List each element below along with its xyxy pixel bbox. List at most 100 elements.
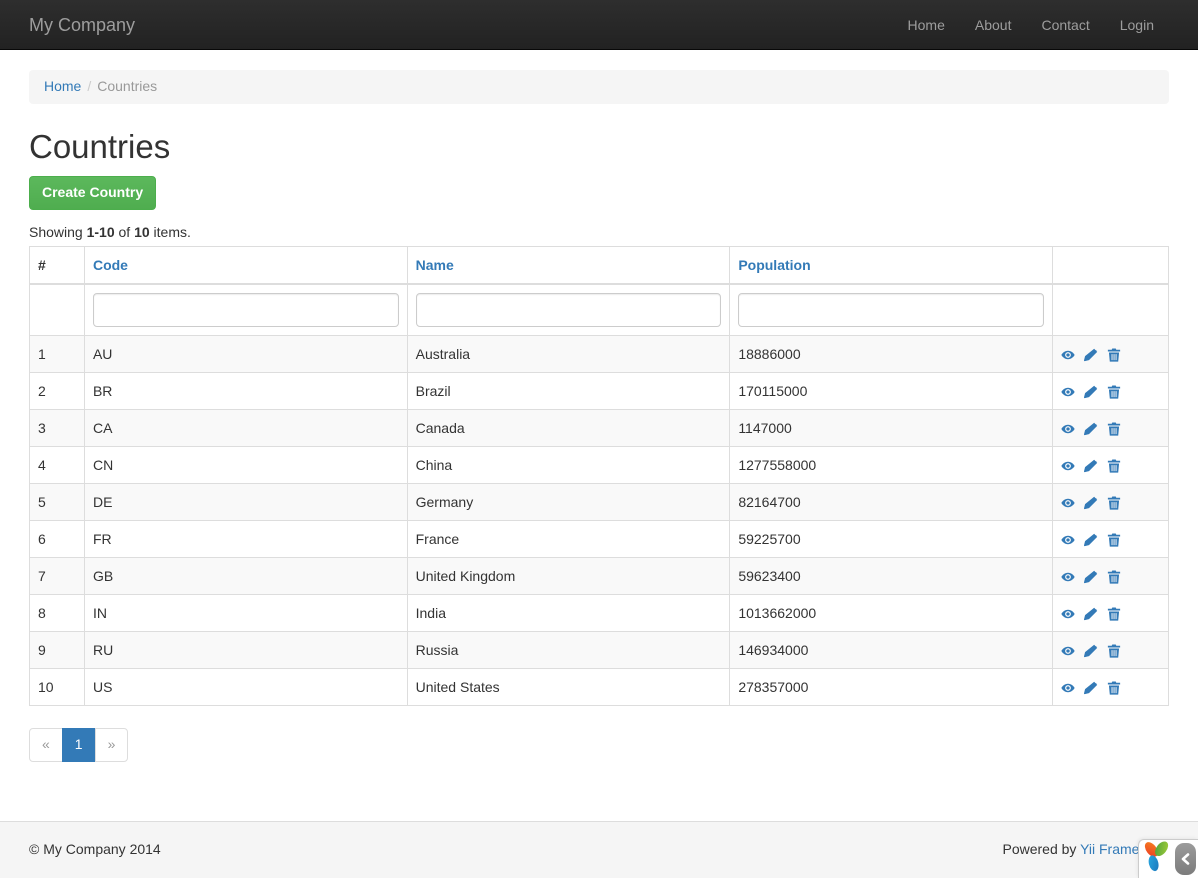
cell-name: France	[407, 520, 730, 557]
cell-actions	[1053, 631, 1169, 668]
nav-item-home[interactable]: Home	[893, 0, 960, 50]
pencil-icon[interactable]	[1084, 533, 1098, 547]
view-icon[interactable]	[1061, 459, 1075, 473]
view-icon[interactable]	[1061, 570, 1075, 584]
main-content: Home/Countries Countries Create Country …	[14, 70, 1184, 784]
nav-item-login[interactable]: Login	[1105, 0, 1169, 50]
view-icon[interactable]	[1061, 385, 1075, 399]
cell-population: 1277558000	[730, 446, 1053, 483]
cell-name: United Kingdom	[407, 557, 730, 594]
view-icon[interactable]	[1061, 607, 1075, 621]
table-row: 9 RU Russia 146934000	[30, 631, 1169, 668]
brand-link[interactable]: My Company	[29, 0, 150, 50]
copyright-text: © My Company 2014	[29, 840, 161, 860]
cell-serial: 5	[30, 483, 85, 520]
pagination-prev[interactable]: «	[29, 728, 63, 762]
table-row: 6 FR France 59225700	[30, 520, 1169, 557]
population-filter-input[interactable]	[738, 293, 1044, 327]
cell-actions	[1053, 372, 1169, 409]
create-country-button[interactable]: Create Country	[29, 176, 156, 210]
pencil-icon[interactable]	[1084, 459, 1098, 473]
table-row: 3 CA Canada 1147000	[30, 409, 1169, 446]
pencil-icon[interactable]	[1084, 607, 1098, 621]
summary-total: 10	[134, 224, 150, 240]
sort-link-population[interactable]: Population	[738, 257, 810, 273]
trash-icon[interactable]	[1107, 607, 1121, 621]
trash-icon[interactable]	[1107, 681, 1121, 695]
cell-name: Canada	[407, 409, 730, 446]
nav-item-about[interactable]: About	[960, 0, 1027, 50]
view-icon[interactable]	[1061, 422, 1075, 436]
breadcrumb-separator: /	[81, 78, 97, 94]
table-row: 5 DE Germany 82164700	[30, 483, 1169, 520]
pencil-icon[interactable]	[1084, 570, 1098, 584]
trash-icon[interactable]	[1107, 570, 1121, 584]
cell-code: US	[84, 668, 407, 705]
trash-icon[interactable]	[1107, 533, 1121, 547]
breadcrumb: Home/Countries	[29, 70, 1169, 104]
cell-code: IN	[84, 594, 407, 631]
table-row: 7 GB United Kingdom 59623400	[30, 557, 1169, 594]
pagination-next[interactable]: »	[95, 728, 129, 762]
trash-icon[interactable]	[1107, 385, 1121, 399]
cell-serial: 1	[30, 335, 85, 372]
pencil-icon[interactable]	[1084, 385, 1098, 399]
cell-name: India	[407, 594, 730, 631]
cell-name: China	[407, 446, 730, 483]
debug-toolbar	[1138, 839, 1198, 878]
trash-icon[interactable]	[1107, 644, 1121, 658]
cell-serial: 8	[30, 594, 85, 631]
cell-population: 278357000	[730, 668, 1053, 705]
cell-population: 1013662000	[730, 594, 1053, 631]
column-header-name: Name	[407, 246, 730, 284]
cell-name: Brazil	[407, 372, 730, 409]
pencil-icon[interactable]	[1084, 422, 1098, 436]
table-header-row: # Code Name Population	[30, 246, 1169, 284]
debug-collapse-button[interactable]	[1175, 843, 1196, 875]
main-nav: Home About Contact Login	[893, 0, 1169, 50]
pencil-icon[interactable]	[1084, 681, 1098, 695]
cell-code: FR	[84, 520, 407, 557]
cell-name: Australia	[407, 335, 730, 372]
grid-summary: Showing 1-10 of 10 items.	[29, 223, 1169, 243]
sort-link-name[interactable]: Name	[416, 257, 454, 273]
yii-logo-icon	[1142, 840, 1171, 878]
view-icon[interactable]	[1061, 348, 1075, 362]
column-header-actions	[1053, 246, 1169, 284]
cell-name: Germany	[407, 483, 730, 520]
page-title: Countries	[29, 128, 1169, 166]
cell-actions	[1053, 483, 1169, 520]
nav-item-contact[interactable]: Contact	[1026, 0, 1104, 50]
trash-icon[interactable]	[1107, 459, 1121, 473]
sort-link-code[interactable]: Code	[93, 257, 128, 273]
breadcrumb-current: Countries	[97, 78, 157, 94]
view-icon[interactable]	[1061, 496, 1075, 510]
cell-serial: 2	[30, 372, 85, 409]
view-icon[interactable]	[1061, 644, 1075, 658]
cell-population: 59623400	[730, 557, 1053, 594]
pencil-icon[interactable]	[1084, 348, 1098, 362]
view-icon[interactable]	[1061, 681, 1075, 695]
code-filter-input[interactable]	[93, 293, 399, 327]
column-header-code: Code	[84, 246, 407, 284]
cell-code: CA	[84, 409, 407, 446]
trash-icon[interactable]	[1107, 496, 1121, 510]
chevron-left-icon	[1181, 853, 1190, 865]
table-filter-row	[30, 284, 1169, 336]
column-header-serial: #	[30, 246, 85, 284]
table-row: 10 US United States 278357000	[30, 668, 1169, 705]
cell-population: 59225700	[730, 520, 1053, 557]
cell-serial: 9	[30, 631, 85, 668]
pencil-icon[interactable]	[1084, 644, 1098, 658]
view-icon[interactable]	[1061, 533, 1075, 547]
table-row: 8 IN India 1013662000	[30, 594, 1169, 631]
cell-serial: 3	[30, 409, 85, 446]
pencil-icon[interactable]	[1084, 496, 1098, 510]
trash-icon[interactable]	[1107, 348, 1121, 362]
name-filter-input[interactable]	[416, 293, 722, 327]
cell-code: DE	[84, 483, 407, 520]
cell-actions	[1053, 409, 1169, 446]
trash-icon[interactable]	[1107, 422, 1121, 436]
breadcrumb-home-link[interactable]: Home	[44, 78, 81, 94]
pagination-page-1[interactable]: 1	[62, 728, 96, 762]
